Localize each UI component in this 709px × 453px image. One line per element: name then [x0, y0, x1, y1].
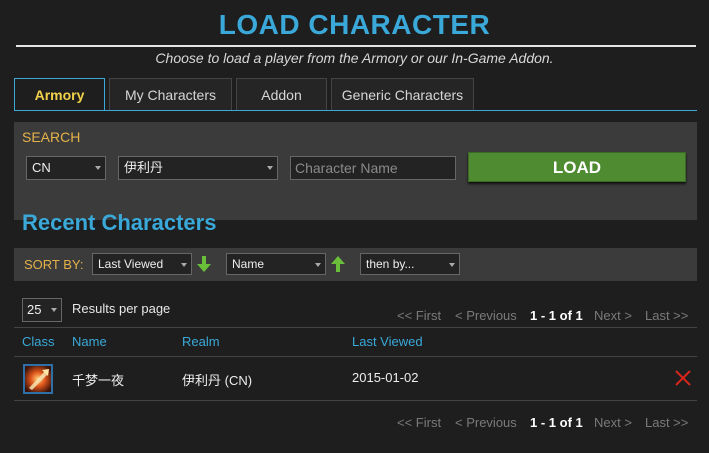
pager-last-link[interactable]: Last >>: [645, 308, 688, 323]
realm-select-value: 伊利丹: [124, 160, 164, 175]
results-per-page-value: 25: [27, 302, 42, 317]
load-button[interactable]: LOAD: [468, 152, 686, 182]
table-divider: [14, 356, 697, 357]
row-name[interactable]: 千梦一夜: [72, 370, 124, 389]
column-header-class: Class: [22, 334, 55, 349]
sort-ascending-arrow-icon[interactable]: [331, 256, 345, 272]
pager-range: 1 - 1 of 1: [530, 415, 583, 430]
tab-my-characters[interactable]: My Characters: [109, 78, 232, 110]
warrior-class-icon: [23, 364, 53, 394]
character-name-input[interactable]: [290, 156, 456, 180]
pager-first-link[interactable]: << First: [397, 308, 441, 323]
results-per-page-label: Results per page: [72, 301, 171, 316]
column-header-name[interactable]: Name: [72, 334, 107, 349]
row-realm: 伊利丹 (CN): [182, 373, 253, 388]
chevron-down-icon: [267, 166, 273, 170]
sort-by-label: SORT BY:: [24, 257, 84, 272]
pager-previous-link[interactable]: < Previous: [455, 308, 517, 323]
sort-secondary-value: Name: [232, 257, 265, 271]
pager-last-link[interactable]: Last >>: [645, 415, 688, 430]
page-subtitle: Choose to load a player from the Armory …: [155, 50, 554, 66]
recent-characters-title: Recent Characters: [22, 210, 217, 235]
tab-bar: Armory My Characters Addon Generic Chara…: [14, 78, 697, 111]
pager-range: 1 - 1 of 1: [530, 308, 583, 323]
tab-armory[interactable]: Armory: [14, 78, 105, 111]
title-rule: [16, 45, 696, 47]
sort-primary-select[interactable]: Last Viewed: [92, 253, 192, 275]
tab-addon[interactable]: Addon: [236, 78, 327, 110]
sort-primary-value: Last Viewed: [98, 257, 164, 271]
sort-descending-arrow-icon[interactable]: [197, 256, 211, 272]
search-panel: SEARCH CN 伊利丹 LOAD: [14, 122, 697, 220]
tab-generic-characters[interactable]: Generic Characters: [331, 78, 474, 110]
region-select[interactable]: CN: [26, 156, 106, 180]
delete-icon[interactable]: [674, 369, 692, 387]
chevron-down-icon: [95, 166, 101, 170]
table-divider: [14, 400, 697, 401]
chevron-down-icon: [315, 263, 321, 267]
pager-previous-link[interactable]: < Previous: [455, 415, 517, 430]
sort-secondary-select[interactable]: Name: [226, 253, 326, 275]
chevron-down-icon: [449, 263, 455, 267]
results-per-page-select[interactable]: 25: [22, 298, 62, 322]
pager-next-link[interactable]: Next >: [594, 415, 632, 430]
region-select-value: CN: [32, 160, 51, 175]
tabs-rule: [14, 110, 697, 111]
pager-next-link[interactable]: Next >: [594, 308, 632, 323]
chevron-down-icon: [181, 263, 187, 267]
search-label: SEARCH: [22, 129, 81, 145]
table-divider: [14, 327, 697, 328]
realm-select[interactable]: 伊利丹: [118, 156, 278, 180]
column-header-realm[interactable]: Realm: [182, 334, 220, 349]
sort-bar: SORT BY: Last Viewed Name then by...: [14, 248, 697, 281]
column-header-last-viewed[interactable]: Last Viewed: [352, 334, 423, 349]
sort-tertiary-value: then by...: [366, 257, 415, 271]
row-last-viewed: 2015-01-02: [352, 370, 419, 385]
sort-tertiary-select[interactable]: then by...: [360, 253, 460, 275]
pager-first-link[interactable]: << First: [397, 415, 441, 430]
page-title: LOAD CHARACTER: [218, 9, 491, 40]
chevron-down-icon: [51, 308, 57, 312]
